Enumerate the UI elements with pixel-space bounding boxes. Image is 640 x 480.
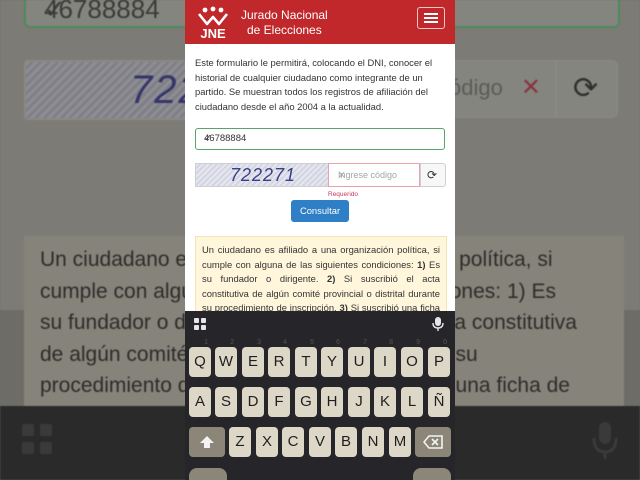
key-label: T	[301, 353, 311, 370]
key-number: 5	[310, 339, 314, 346]
key-number: 1	[204, 339, 208, 346]
notice-prefix: Un ciudadano es afiliado a una organizac…	[202, 244, 440, 270]
hamburger-icon	[424, 13, 438, 15]
mic-icon[interactable]	[431, 316, 445, 332]
key-number: 7	[363, 339, 367, 346]
key-label: O	[406, 353, 418, 370]
key-a[interactable]: A	[189, 387, 211, 417]
required-label: Requerido	[328, 191, 358, 198]
key-label: P	[433, 353, 444, 370]
background-captcha-image: 722	[24, 60, 192, 120]
captcha-text: 722271	[230, 165, 297, 185]
menu-button[interactable]	[417, 7, 445, 29]
key-number: 3	[257, 339, 261, 346]
key-label: Y	[326, 353, 337, 370]
symbols-key[interactable]	[189, 468, 227, 480]
phone-screen: JNE Jurado Nacional de Elecciones Este f…	[185, 0, 455, 480]
key-r[interactable]: R4	[268, 339, 290, 377]
key-k[interactable]: K	[374, 387, 396, 417]
intro-text: Este formulario le permitirá, colocando …	[195, 57, 433, 112]
key-z[interactable]: Z	[229, 427, 251, 457]
background-mic-icon	[592, 422, 618, 459]
background-refresh-button: ⟳	[556, 60, 618, 118]
brand-name-line2: de Elecciones	[247, 23, 322, 37]
apps-grid-icon[interactable]	[194, 318, 206, 330]
key-q[interactable]: Q1	[189, 339, 211, 377]
key-t[interactable]: T5	[295, 339, 317, 377]
key-label: R	[273, 353, 285, 370]
key-x[interactable]: X	[256, 427, 278, 457]
key-n[interactable]: N	[362, 427, 384, 457]
key-u[interactable]: U7	[348, 339, 370, 377]
key-p[interactable]: P0	[428, 339, 450, 377]
key-e[interactable]: E3	[242, 339, 264, 377]
key-label: Q	[194, 353, 206, 370]
key-c[interactable]: C	[282, 427, 304, 457]
refresh-icon: ⟳	[427, 168, 438, 182]
captcha-image: 722271	[195, 163, 329, 187]
key-f[interactable]: F	[268, 387, 290, 417]
jne-logo: JNE	[197, 6, 229, 41]
keyboard-toolbar	[185, 311, 455, 337]
key-n-tilde[interactable]: Ñ	[428, 387, 450, 417]
key-y[interactable]: Y6	[321, 339, 343, 377]
key-d[interactable]: D	[242, 387, 264, 417]
key-label: U	[353, 353, 365, 370]
key-number: 8	[389, 339, 393, 346]
key-label: I	[382, 353, 388, 370]
brand-name-line1: Jurado Nacional	[241, 8, 328, 22]
backspace-icon	[422, 435, 443, 449]
notice-num-1: 1)	[417, 258, 426, 270]
key-w[interactable]: W2	[215, 339, 237, 377]
dni-input[interactable]: 46788884 ✓	[195, 128, 445, 150]
shift-icon	[200, 436, 214, 448]
key-j[interactable]: J	[348, 387, 370, 417]
key-number: 0	[443, 339, 447, 346]
logo-text: JNE	[200, 26, 226, 41]
check-icon: ✓	[204, 133, 212, 144]
notice-text: Un ciudadano es afiliado a una organizac…	[202, 243, 440, 317]
refresh-captcha-button[interactable]: ⟳	[420, 163, 446, 187]
key-label: E	[247, 353, 258, 370]
key-number: 2	[230, 339, 234, 346]
key-b[interactable]: B	[335, 427, 357, 457]
on-screen-keyboard: Q1 W2 E3 R4 T5 Y6 U7 I8 O9 P0 A S D F G …	[185, 311, 455, 480]
key-h[interactable]: H	[321, 387, 343, 417]
background-apps-icon	[22, 424, 52, 454]
key-g[interactable]: G	[295, 387, 317, 417]
key-number: 9	[416, 339, 420, 346]
key-number: 6	[336, 339, 340, 346]
key-number: 4	[283, 339, 287, 346]
backspace-key[interactable]	[415, 427, 451, 457]
key-l[interactable]: L	[401, 387, 423, 417]
background-captcha-text: 722	[130, 68, 190, 112]
enter-key[interactable]	[413, 468, 451, 480]
background-captcha-placeholder: ódigo	[449, 75, 503, 100]
key-i[interactable]: I8	[374, 339, 396, 377]
key-o[interactable]: O9	[401, 339, 423, 377]
background-clear-icon: ✕	[520, 74, 541, 101]
key-v[interactable]: V	[309, 427, 331, 457]
key-label: W	[218, 353, 234, 370]
affiliation-notice: Un ciudadano es afiliado a una organizac…	[195, 236, 447, 318]
shift-key[interactable]	[189, 427, 225, 457]
consultar-button[interactable]: Consultar	[291, 200, 349, 222]
captcha-input[interactable]: Ingrese código ✕	[328, 163, 420, 187]
key-s[interactable]: S	[215, 387, 237, 417]
background-refresh-icon: ⟳	[573, 72, 599, 105]
header-bar: JNE Jurado Nacional de Elecciones	[185, 0, 455, 44]
clear-icon: ✕	[338, 170, 346, 180]
background-captcha-field: ódigo ✕	[448, 60, 556, 118]
key-m[interactable]: M	[389, 427, 411, 457]
